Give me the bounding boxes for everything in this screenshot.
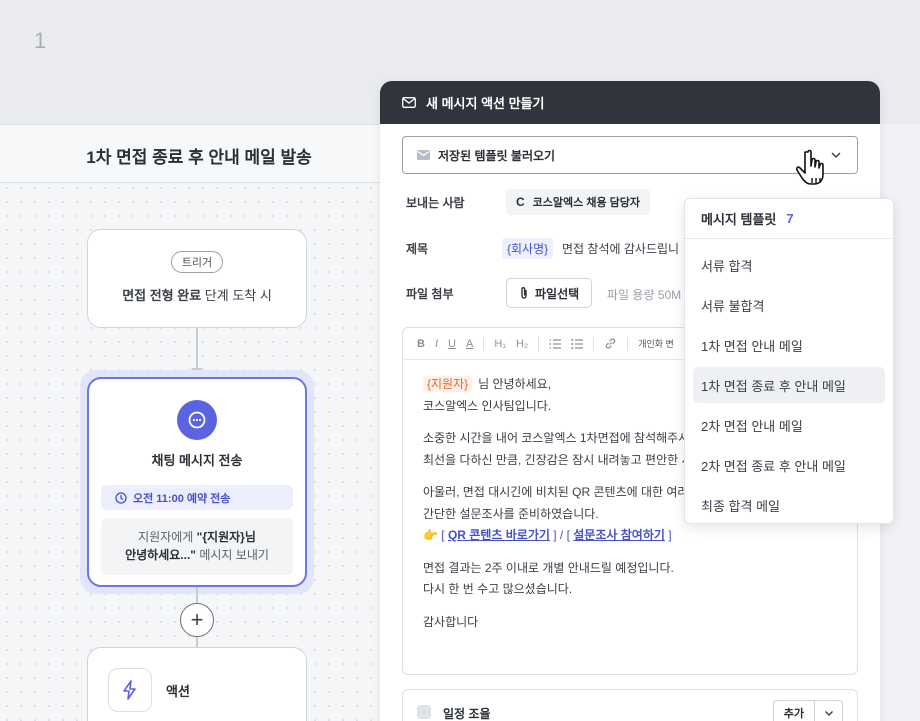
calendar-icon xyxy=(417,705,431,719)
template-option[interactable]: 서류 합격 xyxy=(693,247,885,283)
template-option[interactable]: 서류 불합격 xyxy=(693,287,885,323)
panel-title: 새 메시지 액션 만들기 xyxy=(426,96,545,111)
file-select-button[interactable]: 파일선택 xyxy=(506,278,593,308)
connector-line xyxy=(196,587,198,603)
sender-label: 보내는 사람 xyxy=(406,196,465,210)
subject-label: 제목 xyxy=(406,242,429,256)
add-dropdown-button[interactable] xyxy=(814,700,843,721)
applicant-variable-tag: {지원자} xyxy=(423,376,473,392)
template-list: 서류 합격서류 불합격 1차 면접 안내 메일 1차 면접 종료 후 안내 메일 2차… xyxy=(685,239,893,523)
ordered-list-icon[interactable] xyxy=(549,338,562,349)
template-option[interactable]: 1차 면접 안내 메일 xyxy=(693,327,885,363)
lightning-icon xyxy=(108,668,152,712)
heading2-button[interactable]: H₂ xyxy=(516,338,528,350)
action-label: 액션 xyxy=(166,684,190,699)
text-color-button[interactable]: A xyxy=(466,338,473,350)
company-logo: C xyxy=(516,195,525,209)
mail-icon xyxy=(402,97,416,108)
italic-button[interactable]: I xyxy=(435,338,438,350)
chat-message-node[interactable]: 채팅 메시지 전송 오전 11:00 예약 전송 지원자에게 "{지원자}님 안… xyxy=(87,377,307,587)
message-preview: 지원자에게 "{지원자}님 안녕하세요..." 메시지 보내기 xyxy=(101,518,293,575)
connector-line xyxy=(196,637,198,647)
chat-node-title: 채팅 메시지 전송 xyxy=(151,453,243,468)
link-icon[interactable] xyxy=(604,337,617,350)
hand-cursor-icon xyxy=(796,149,824,185)
template-dropdown: 메시지 템플릿 7 서류 합격서류 불합격 1차 면접 안내 메일 1차 면접 종료 … xyxy=(684,198,894,524)
add-button[interactable]: 추가 xyxy=(772,700,815,721)
mail-icon xyxy=(417,150,430,160)
action-node[interactable]: 액션 xyxy=(87,647,307,721)
panel-header: 새 메시지 액션 만들기 xyxy=(380,81,880,124)
qr-content-link[interactable]: QR 콘텐츠 바로가기 xyxy=(448,528,550,542)
dropdown-header: 메시지 템플릿 7 xyxy=(685,199,893,239)
file-label: 파일 첨부 xyxy=(406,287,454,301)
paperclip-icon xyxy=(521,287,527,299)
chat-bubble-icon xyxy=(177,400,217,440)
clock-icon xyxy=(115,491,127,504)
connector-line xyxy=(196,328,198,370)
template-option[interactable]: 2차 면접 종료 후 안내 메일 xyxy=(693,447,885,483)
bullet-list-icon[interactable] xyxy=(571,338,584,349)
schedule-chip: 오전 11:00 예약 전송 xyxy=(101,485,293,510)
survey-link[interactable]: 설문조사 참여하기 xyxy=(573,528,665,542)
sender-chip[interactable]: C 코스알엑스 채용 담당자 xyxy=(506,189,650,215)
template-option[interactable]: 최종 합격 메일 xyxy=(693,487,885,523)
chevron-down-icon xyxy=(824,711,833,716)
underline-button[interactable]: U xyxy=(448,338,456,350)
template-count: 7 xyxy=(786,211,794,226)
schedule-label: 일정 조율 xyxy=(443,707,491,721)
trigger-text: 면접 전형 완료 단계 도착 시 xyxy=(122,288,272,303)
schedule-section: 일정 조율 추가 xyxy=(402,689,858,721)
trigger-node[interactable]: 트리거 면접 전형 완료 단계 도착 시 xyxy=(87,229,307,328)
subject-input[interactable]: 면접 참석에 감사드립니 xyxy=(562,240,679,257)
subject-variable-tag[interactable]: {회사명} xyxy=(502,238,554,259)
workflow-title: 1차 면접 종료 후 안내 메일 발송 xyxy=(86,148,312,167)
bold-button[interactable]: B xyxy=(417,338,425,350)
template-option[interactable]: 2차 면접 안내 메일 xyxy=(693,407,885,443)
trigger-pill: 트리거 xyxy=(170,251,224,273)
template-select[interactable]: 저장된 템플릿 불러오기 xyxy=(402,136,858,174)
file-size-hint: 파일 용량 50M xyxy=(607,288,682,302)
step-number: 1 xyxy=(34,28,47,53)
heading1-button[interactable]: H₁ xyxy=(494,338,506,350)
template-option[interactable]: 1차 면접 종료 후 안내 메일 xyxy=(693,367,885,403)
personalization-button[interactable]: 개인화 변 xyxy=(638,337,674,350)
add-step-button[interactable]: + xyxy=(180,603,214,637)
